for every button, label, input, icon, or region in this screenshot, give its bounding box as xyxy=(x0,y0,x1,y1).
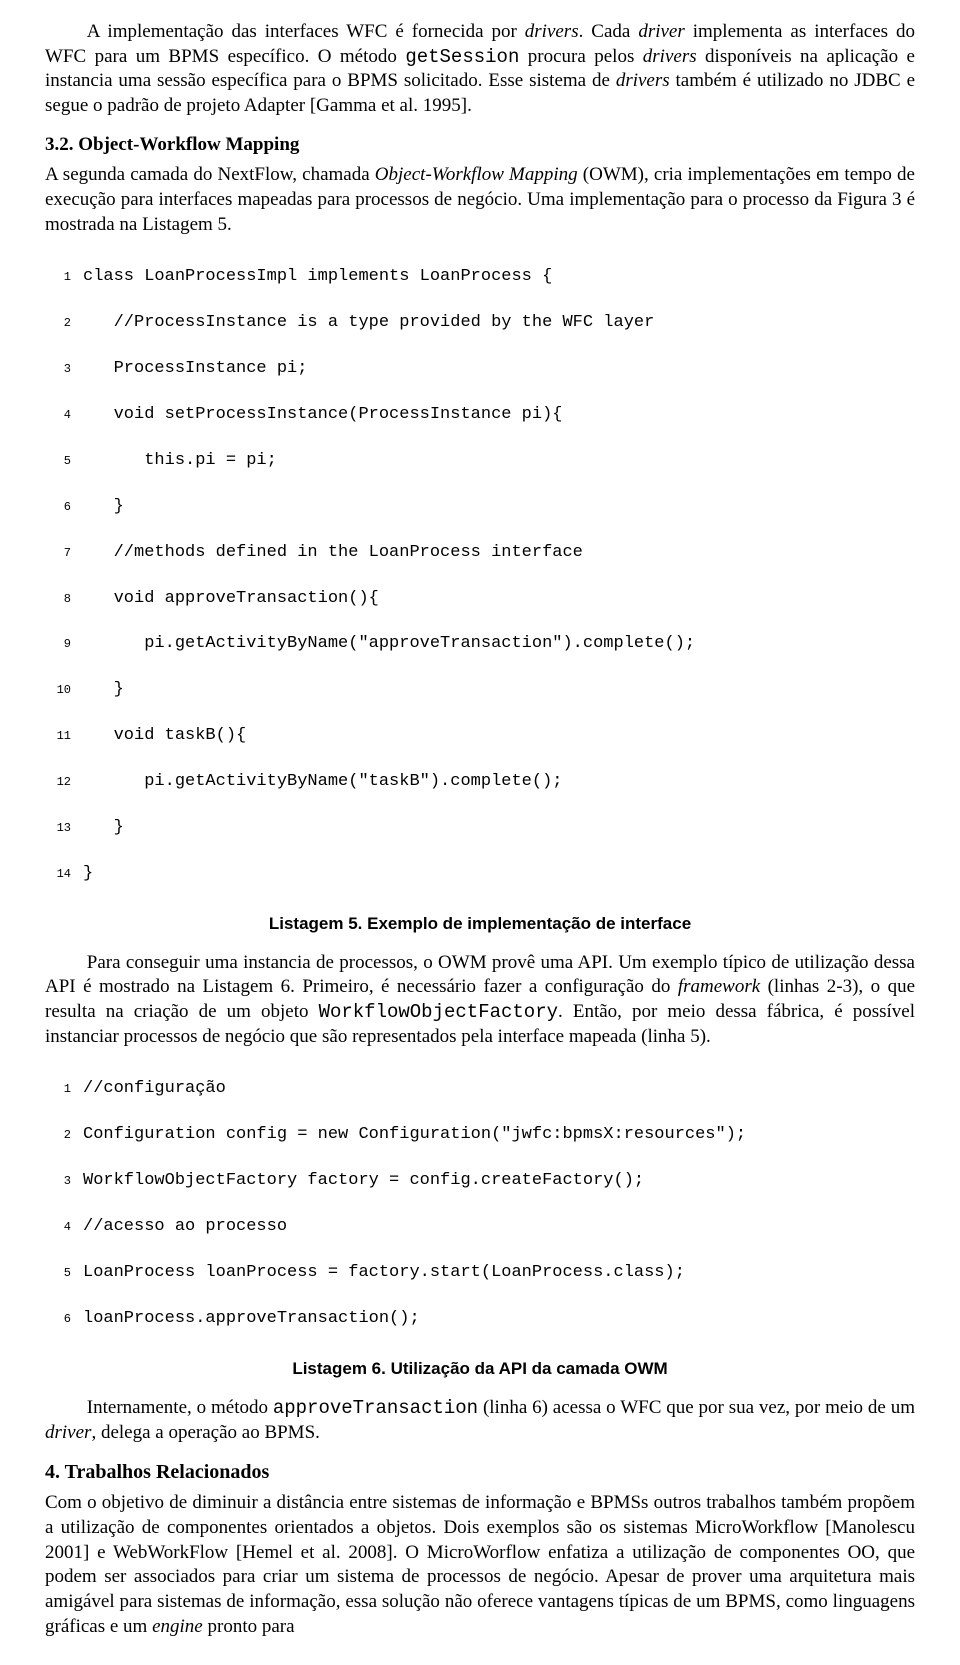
line-number: 4 xyxy=(45,404,83,427)
code-line: this.pi = pi; xyxy=(83,450,915,473)
code-line: //configuração xyxy=(83,1078,915,1101)
line-number: 1 xyxy=(45,266,83,289)
paragraph-4: Internamente, o método approveTransactio… xyxy=(45,1396,915,1445)
text: Internamente, o método xyxy=(87,1397,273,1418)
code-line: ProcessInstance pi; xyxy=(83,358,915,381)
line-number: 12 xyxy=(45,771,83,794)
line-number: 7 xyxy=(45,542,83,565)
text: procura pelos xyxy=(519,46,642,67)
section-4-heading: 4. Trabalhos Relacionados xyxy=(45,1459,915,1485)
text-italic: driver xyxy=(638,21,684,42)
code-line: WorkflowObjectFactory factory = config.c… xyxy=(83,1170,915,1193)
code-line: Configuration config = new Configuration… xyxy=(83,1124,915,1147)
text: A segunda camada do NextFlow, chamada xyxy=(45,164,375,185)
paragraph-1: A implementação das interfaces WFC é for… xyxy=(45,20,915,119)
code-line: } xyxy=(83,863,915,886)
code-line: loanProcess.approveTransaction(); xyxy=(83,1308,915,1331)
text-italic: engine xyxy=(152,1616,203,1637)
line-number: 14 xyxy=(45,863,83,886)
code-listing-5: 1class LoanProcessImpl implements LoanPr… xyxy=(45,244,915,909)
line-number: 10 xyxy=(45,679,83,702)
text-italic: driver xyxy=(45,1422,91,1443)
code-line: void taskB(){ xyxy=(83,725,915,748)
text: . Cada xyxy=(579,21,639,42)
line-number: 9 xyxy=(45,633,83,656)
code-line: pi.getActivityByName("approveTransaction… xyxy=(83,633,915,656)
text-italic: drivers xyxy=(616,70,670,91)
line-number: 11 xyxy=(45,725,83,748)
line-number: 6 xyxy=(45,1308,83,1331)
text: pronto para xyxy=(203,1616,295,1637)
listing-5-caption: Listagem 5. Exemplo de implementação de … xyxy=(45,913,915,935)
text-italic: drivers xyxy=(643,46,697,67)
text: , delega a operação ao BPMS. xyxy=(91,1422,319,1443)
text: (linha 6) acessa o WFC que por sua vez, … xyxy=(478,1397,915,1418)
line-number: 3 xyxy=(45,1170,83,1193)
text-code: WorkflowObjectFactory xyxy=(319,1001,558,1023)
code-line: pi.getActivityByName("taskB").complete()… xyxy=(83,771,915,794)
line-number: 1 xyxy=(45,1078,83,1101)
line-number: 2 xyxy=(45,312,83,335)
code-line: } xyxy=(83,817,915,840)
code-line: } xyxy=(83,496,915,519)
paragraph-3: Para conseguir uma instancia de processo… xyxy=(45,951,915,1050)
text-italic: Object-Workflow Mapping xyxy=(375,164,578,185)
text: A implementação das interfaces WFC é for… xyxy=(87,21,525,42)
line-number: 13 xyxy=(45,817,83,840)
text-italic: drivers xyxy=(525,21,579,42)
line-number: 2 xyxy=(45,1124,83,1147)
paragraph-5: Com o objetivo de diminuir a distância e… xyxy=(45,1491,915,1639)
code-line: //methods defined in the LoanProcess int… xyxy=(83,542,915,565)
line-number: 5 xyxy=(45,450,83,473)
listing-6-caption: Listagem 6. Utilização da API da camada … xyxy=(45,1358,915,1380)
line-number: 6 xyxy=(45,496,83,519)
code-line: } xyxy=(83,679,915,702)
text-italic: framework xyxy=(678,976,760,997)
paragraph-2: A segunda camada do NextFlow, chamada Ob… xyxy=(45,163,915,237)
line-number: 4 xyxy=(45,1216,83,1239)
text-code: approveTransaction xyxy=(273,1397,478,1419)
line-number: 5 xyxy=(45,1262,83,1285)
code-line: void setProcessInstance(ProcessInstance … xyxy=(83,404,915,427)
section-3-2-heading: 3.2. Object-Workflow Mapping xyxy=(45,133,915,158)
code-line: //acesso ao processo xyxy=(83,1216,915,1239)
line-number: 3 xyxy=(45,358,83,381)
code-line: class LoanProcessImpl implements LoanPro… xyxy=(83,266,915,289)
code-line: //ProcessInstance is a type provided by … xyxy=(83,312,915,335)
code-line: LoanProcess loanProcess = factory.start(… xyxy=(83,1262,915,1285)
text-code: getSession xyxy=(405,46,519,68)
code-listing-6: 1//configuração 2Configuration config = … xyxy=(45,1056,915,1354)
code-line: void approveTransaction(){ xyxy=(83,588,915,611)
line-number: 8 xyxy=(45,588,83,611)
